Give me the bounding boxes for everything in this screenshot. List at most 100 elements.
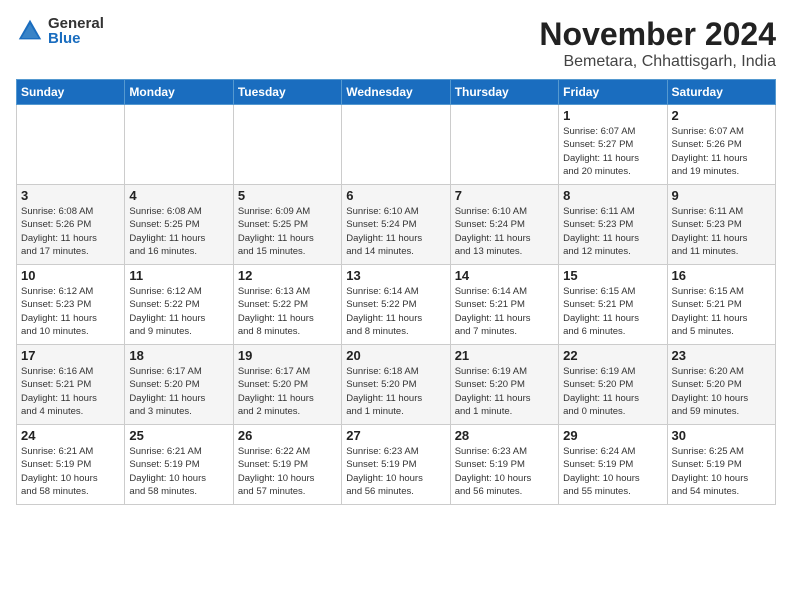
calendar-week-3: 10 Sunrise: 6:12 AM Sunset: 5:23 PM Dayli… bbox=[17, 265, 776, 345]
calendar-day-cell: 28Sunrise: 6:23 AM Sunset: 5:19 PM Dayli… bbox=[450, 425, 558, 505]
day-number: 8 bbox=[563, 188, 662, 203]
logo: General Blue bbox=[16, 16, 104, 46]
day-number: 14 bbox=[455, 268, 554, 283]
calendar-day-cell: 22 Sunrise: 6:19 AM Sunset: 5:20 PM Dayli… bbox=[559, 345, 667, 425]
calendar-day-cell bbox=[233, 105, 341, 185]
calendar-day-cell: 5 Sunrise: 6:09 AM Sunset: 5:25 PM Daylig… bbox=[233, 185, 341, 265]
day-info: Sunrise: 6:19 AM Sunset: 5:20 PM Dayligh… bbox=[563, 365, 662, 418]
day-number: 28 bbox=[455, 428, 554, 443]
weekday-header-tuesday: Tuesday bbox=[233, 80, 341, 105]
calendar-day-cell: 26 Sunrise: 6:22 AM Sunset: 5:19 PM Dayli… bbox=[233, 425, 341, 505]
calendar-day-cell: 14 Sunrise: 6:14 AM Sunset: 5:21 PM Dayli… bbox=[450, 265, 558, 345]
day-number: 15 bbox=[563, 268, 662, 283]
day-info: Sunrise: 6:15 AM Sunset: 5:21 PM Dayligh… bbox=[672, 285, 771, 338]
day-info: Sunrise: 6:17 AM Sunset: 5:20 PM Dayligh… bbox=[129, 365, 228, 418]
page-header: General Blue November 2024 Bemetara, Chh… bbox=[16, 16, 776, 71]
calendar-day-cell: 19 Sunrise: 6:17 AM Sunset: 5:20 PM Dayli… bbox=[233, 345, 341, 425]
day-number: 1 bbox=[563, 108, 662, 123]
day-number: 30 bbox=[672, 428, 771, 443]
calendar-day-cell: 20Sunrise: 6:18 AM Sunset: 5:20 PM Dayli… bbox=[342, 345, 450, 425]
day-info: Sunrise: 6:19 AM Sunset: 5:20 PM Dayligh… bbox=[455, 365, 554, 418]
month-title: November 2024 bbox=[539, 16, 776, 53]
day-info: Sunrise: 6:16 AM Sunset: 5:21 PM Dayligh… bbox=[21, 365, 120, 418]
day-number: 20 bbox=[346, 348, 445, 363]
day-number: 12 bbox=[238, 268, 337, 283]
day-number: 17 bbox=[21, 348, 120, 363]
day-info: Sunrise: 6:07 AM Sunset: 5:26 PM Dayligh… bbox=[672, 125, 771, 178]
calendar-day-cell: 9Sunrise: 6:11 AM Sunset: 5:23 PM Daylig… bbox=[667, 185, 775, 265]
calendar-day-cell: 30 Sunrise: 6:25 AM Sunset: 5:19 PM Dayli… bbox=[667, 425, 775, 505]
day-number: 27 bbox=[346, 428, 445, 443]
day-number: 19 bbox=[238, 348, 337, 363]
calendar-table: SundayMondayTuesdayWednesdayThursdayFrid… bbox=[16, 79, 776, 505]
day-info: Sunrise: 6:25 AM Sunset: 5:19 PM Dayligh… bbox=[672, 445, 771, 498]
calendar-day-cell bbox=[342, 105, 450, 185]
calendar-week-5: 24Sunrise: 6:21 AM Sunset: 5:19 PM Dayli… bbox=[17, 425, 776, 505]
day-number: 6 bbox=[346, 188, 445, 203]
day-number: 5 bbox=[238, 188, 337, 203]
calendar-day-cell: 16 Sunrise: 6:15 AM Sunset: 5:21 PM Dayli… bbox=[667, 265, 775, 345]
calendar-body: 1 Sunrise: 6:07 AM Sunset: 5:27 PM Daylig… bbox=[17, 105, 776, 505]
day-number: 21 bbox=[455, 348, 554, 363]
day-number: 10 bbox=[21, 268, 120, 283]
day-info: Sunrise: 6:07 AM Sunset: 5:27 PM Dayligh… bbox=[563, 125, 662, 178]
day-number: 24 bbox=[21, 428, 120, 443]
day-info: Sunrise: 6:22 AM Sunset: 5:19 PM Dayligh… bbox=[238, 445, 337, 498]
calendar-week-1: 1 Sunrise: 6:07 AM Sunset: 5:27 PM Daylig… bbox=[17, 105, 776, 185]
day-info: Sunrise: 6:09 AM Sunset: 5:25 PM Dayligh… bbox=[238, 205, 337, 258]
calendar-week-4: 17 Sunrise: 6:16 AM Sunset: 5:21 PM Dayli… bbox=[17, 345, 776, 425]
calendar-day-cell: 21 Sunrise: 6:19 AM Sunset: 5:20 PM Dayli… bbox=[450, 345, 558, 425]
day-number: 16 bbox=[672, 268, 771, 283]
logo-blue-text: Blue bbox=[48, 31, 104, 46]
day-number: 11 bbox=[129, 268, 228, 283]
calendar-day-cell: 12Sunrise: 6:13 AM Sunset: 5:22 PM Dayli… bbox=[233, 265, 341, 345]
day-info: Sunrise: 6:08 AM Sunset: 5:25 PM Dayligh… bbox=[129, 205, 228, 258]
calendar-day-cell: 2 Sunrise: 6:07 AM Sunset: 5:26 PM Daylig… bbox=[667, 105, 775, 185]
day-number: 22 bbox=[563, 348, 662, 363]
calendar-day-cell: 6 Sunrise: 6:10 AM Sunset: 5:24 PM Daylig… bbox=[342, 185, 450, 265]
weekday-header-friday: Friday bbox=[559, 80, 667, 105]
day-info: Sunrise: 6:11 AM Sunset: 5:23 PM Dayligh… bbox=[672, 205, 771, 258]
weekday-header-row: SundayMondayTuesdayWednesdayThursdayFrid… bbox=[17, 80, 776, 105]
day-info: Sunrise: 6:08 AM Sunset: 5:26 PM Dayligh… bbox=[21, 205, 120, 258]
calendar-day-cell: 23 Sunrise: 6:20 AM Sunset: 5:20 PM Dayli… bbox=[667, 345, 775, 425]
calendar-day-cell bbox=[17, 105, 125, 185]
day-info: Sunrise: 6:20 AM Sunset: 5:20 PM Dayligh… bbox=[672, 365, 771, 418]
day-info: Sunrise: 6:14 AM Sunset: 5:21 PM Dayligh… bbox=[455, 285, 554, 338]
weekday-header-sunday: Sunday bbox=[17, 80, 125, 105]
day-number: 7 bbox=[455, 188, 554, 203]
calendar-day-cell: 17 Sunrise: 6:16 AM Sunset: 5:21 PM Dayli… bbox=[17, 345, 125, 425]
weekday-header-saturday: Saturday bbox=[667, 80, 775, 105]
calendar-day-cell: 27 Sunrise: 6:23 AM Sunset: 5:19 PM Dayli… bbox=[342, 425, 450, 505]
calendar-day-cell: 13 Sunrise: 6:14 AM Sunset: 5:22 PM Dayli… bbox=[342, 265, 450, 345]
day-number: 4 bbox=[129, 188, 228, 203]
day-number: 26 bbox=[238, 428, 337, 443]
calendar-day-cell: 7 Sunrise: 6:10 AM Sunset: 5:24 PM Daylig… bbox=[450, 185, 558, 265]
day-info: Sunrise: 6:11 AM Sunset: 5:23 PM Dayligh… bbox=[563, 205, 662, 258]
day-info: Sunrise: 6:23 AM Sunset: 5:19 PM Dayligh… bbox=[346, 445, 445, 498]
day-info: Sunrise: 6:12 AM Sunset: 5:23 PM Dayligh… bbox=[21, 285, 120, 338]
weekday-header-thursday: Thursday bbox=[450, 80, 558, 105]
calendar-day-cell: 24Sunrise: 6:21 AM Sunset: 5:19 PM Dayli… bbox=[17, 425, 125, 505]
day-info: Sunrise: 6:10 AM Sunset: 5:24 PM Dayligh… bbox=[346, 205, 445, 258]
day-info: Sunrise: 6:15 AM Sunset: 5:21 PM Dayligh… bbox=[563, 285, 662, 338]
calendar-day-cell bbox=[125, 105, 233, 185]
day-number: 2 bbox=[672, 108, 771, 123]
day-number: 3 bbox=[21, 188, 120, 203]
calendar-day-cell: 18 Sunrise: 6:17 AM Sunset: 5:20 PM Dayli… bbox=[125, 345, 233, 425]
day-number: 23 bbox=[672, 348, 771, 363]
calendar-day-cell bbox=[450, 105, 558, 185]
calendar-day-cell: 25Sunrise: 6:21 AM Sunset: 5:19 PM Dayli… bbox=[125, 425, 233, 505]
day-info: Sunrise: 6:14 AM Sunset: 5:22 PM Dayligh… bbox=[346, 285, 445, 338]
day-info: Sunrise: 6:10 AM Sunset: 5:24 PM Dayligh… bbox=[455, 205, 554, 258]
calendar-day-cell: 8 Sunrise: 6:11 AM Sunset: 5:23 PM Daylig… bbox=[559, 185, 667, 265]
day-number: 13 bbox=[346, 268, 445, 283]
day-number: 18 bbox=[129, 348, 228, 363]
calendar-day-cell: 3 Sunrise: 6:08 AM Sunset: 5:26 PM Daylig… bbox=[17, 185, 125, 265]
calendar-week-2: 3 Sunrise: 6:08 AM Sunset: 5:26 PM Daylig… bbox=[17, 185, 776, 265]
calendar-day-cell: 15 Sunrise: 6:15 AM Sunset: 5:21 PM Dayli… bbox=[559, 265, 667, 345]
day-number: 29 bbox=[563, 428, 662, 443]
day-info: Sunrise: 6:24 AM Sunset: 5:19 PM Dayligh… bbox=[563, 445, 662, 498]
day-info: Sunrise: 6:17 AM Sunset: 5:20 PM Dayligh… bbox=[238, 365, 337, 418]
calendar-day-cell: 29 Sunrise: 6:24 AM Sunset: 5:19 PM Dayli… bbox=[559, 425, 667, 505]
